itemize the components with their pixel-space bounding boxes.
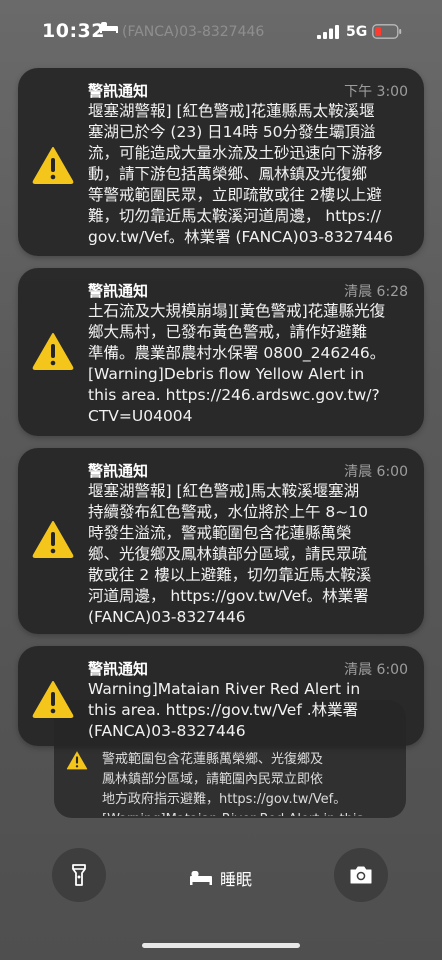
home-indicator[interactable] — [142, 943, 300, 948]
status-time: 10:32 — [42, 20, 105, 42]
flashlight-icon — [72, 864, 86, 886]
warning-icon — [66, 751, 88, 770]
notification-time: 清晨 6:00 — [344, 464, 408, 480]
bed-icon — [190, 871, 212, 885]
sleep-label: 睡眠 — [220, 870, 253, 889]
stacked-notification-body: 警戒範圍包含花蓮縣萬榮鄉、光復鄉及 鳳林鎮部分區域，請範圍內民眾立即依 地方政府… — [102, 752, 363, 816]
warning-icon — [32, 521, 74, 558]
camera-button[interactable] — [334, 848, 388, 902]
notification-card[interactable]: 警訊通知 清晨 6:00 Warning]Mataian River Red A… — [18, 646, 424, 746]
notification-title: 警訊通知 — [88, 660, 149, 678]
notification-body: 堰塞湖警報] [紅色警戒]馬太鞍溪堰塞湖 持續發布紅色警戒，水位將於上午 8~1… — [88, 482, 372, 626]
notification-card[interactable]: 警訊通知 清晨 6:00 堰塞湖警報] [紅色警戒]馬太鞍溪堰塞湖 持續發布紅色… — [18, 448, 424, 634]
notification-card[interactable]: 警訊通知 下午 3:00 堰塞湖警報] [紅色警戒]花蓮縣馬太鞍溪堰 塞湖已於今… — [18, 68, 424, 256]
network-type: 5G — [346, 24, 368, 40]
cellular-signal-icon — [317, 25, 339, 39]
camera-icon — [350, 866, 372, 884]
notification-card[interactable]: 警訊通知 清晨 6:28 土石流及大規模崩塌][黃色警戒]花蓮縣光復 鄉大馬村，… — [18, 268, 424, 436]
status-bar: 10:32 (FANCA)03-8327446 5G — [0, 0, 442, 62]
notification-time: 清晨 6:28 — [344, 284, 408, 300]
notification-time: 清晨 6:00 — [344, 662, 408, 678]
notification-title: 警訊通知 — [88, 282, 149, 300]
notification-body: Warning]Mataian River Red Alert in this … — [88, 680, 361, 740]
warning-icon — [32, 147, 74, 184]
flashlight-button[interactable] — [52, 848, 106, 902]
notification-body: 堰塞湖警報] [紅色警戒]花蓮縣馬太鞍溪堰 塞湖已於今 (23) 日14時 50… — [88, 102, 394, 246]
sleep-focus-icon — [100, 22, 118, 33]
notification-time: 下午 3:00 — [344, 84, 408, 100]
notification-title: 警訊通知 — [88, 82, 149, 100]
notification-body: 土石流及大規模崩塌][黃色警戒]花蓮縣光復 鄉大馬村，已發布黃色警戒，請作好避難… — [88, 302, 386, 425]
background-text: (FANCA)03-8327446 — [122, 24, 265, 40]
warning-icon — [32, 333, 74, 370]
notification-title: 警訊通知 — [88, 462, 149, 480]
warning-icon — [32, 681, 74, 718]
battery-icon — [372, 24, 402, 39]
